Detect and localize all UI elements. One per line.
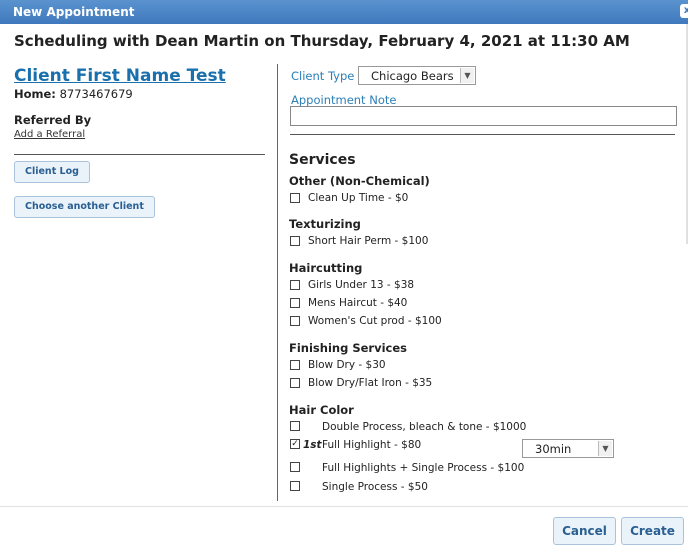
category-finishing: Finishing Services — [289, 341, 407, 355]
service-checkbox[interactable] — [290, 421, 300, 431]
category-other: Other (Non-Chemical) — [289, 174, 430, 188]
service-checkbox[interactable] — [290, 360, 300, 370]
client-home-phone: Home: 8773467679 — [14, 87, 133, 101]
referred-by-label: Referred By — [14, 113, 92, 127]
left-divider — [14, 154, 265, 155]
appointment-note-input[interactable] — [290, 106, 677, 126]
service-checkbox[interactable] — [290, 193, 300, 203]
appointment-note-label: Appointment Note — [291, 93, 397, 107]
client-type-value: Chicago Bears — [371, 69, 454, 83]
home-phone-value: 8773467679 — [59, 87, 133, 101]
service-label: Single Process - $50 — [322, 481, 428, 493]
category-hair-color: Hair Color — [289, 403, 354, 417]
category-texturizing: Texturizing — [289, 217, 361, 231]
add-referral-link[interactable]: Add a Referral — [14, 129, 85, 140]
service-checkbox[interactable] — [290, 481, 300, 491]
service-label: Girls Under 13 - $38 — [308, 279, 415, 291]
duration-value: 30min — [535, 442, 572, 456]
right-divider — [290, 134, 675, 135]
choose-client-button[interactable]: Choose another Client — [14, 196, 155, 218]
cancel-button[interactable]: Cancel — [553, 517, 616, 545]
dialog-title: New Appointment — [13, 5, 135, 19]
service-order-badge: 1st — [303, 439, 322, 451]
service-label: Blow Dry - $30 — [308, 359, 386, 371]
service-label: Women's Cut prod - $100 — [308, 315, 442, 327]
service-checkbox[interactable] — [290, 280, 300, 290]
client-log-button[interactable]: Client Log — [14, 161, 90, 183]
footer-divider — [0, 506, 688, 507]
client-type-label: Client Type — [291, 69, 355, 83]
service-checkbox[interactable] — [290, 316, 300, 326]
client-name-link[interactable]: Client First Name Test — [14, 66, 226, 86]
create-button[interactable]: Create — [621, 517, 684, 545]
chevron-down-icon: ▼ — [598, 441, 612, 456]
chevron-down-icon: ▼ — [460, 68, 474, 83]
service-label: Full Highlight - $80 — [322, 439, 422, 451]
home-label: Home: — [14, 87, 56, 101]
service-label: Full Highlights + Single Process - $100 — [322, 462, 525, 474]
service-checkbox[interactable] — [290, 298, 300, 308]
service-checkbox[interactable] — [290, 378, 300, 388]
service-label: Short Hair Perm - $100 — [308, 235, 429, 247]
duration-select[interactable]: 30min ▼ — [522, 439, 614, 458]
service-label: Clean Up Time - $0 — [308, 192, 409, 204]
column-divider — [277, 64, 278, 501]
page-title: Scheduling with Dean Martin on Thursday,… — [14, 32, 630, 50]
service-checkbox[interactable] — [290, 236, 300, 246]
dialog-titlebar: New Appointment x — [0, 0, 688, 24]
services-title: Services — [289, 152, 356, 168]
service-checkbox[interactable] — [290, 462, 300, 472]
close-icon[interactable]: x — [680, 4, 688, 18]
check-icon: ✓ — [291, 439, 299, 449]
service-label: Mens Haircut - $40 — [308, 297, 408, 309]
category-haircutting: Haircutting — [289, 261, 363, 275]
service-label: Double Process, bleach & tone - $1000 — [322, 421, 527, 433]
service-label: Blow Dry/Flat Iron - $35 — [308, 377, 433, 389]
client-type-select[interactable]: Chicago Bears ▼ — [358, 66, 476, 85]
service-checkbox-checked[interactable]: ✓ — [290, 439, 300, 449]
